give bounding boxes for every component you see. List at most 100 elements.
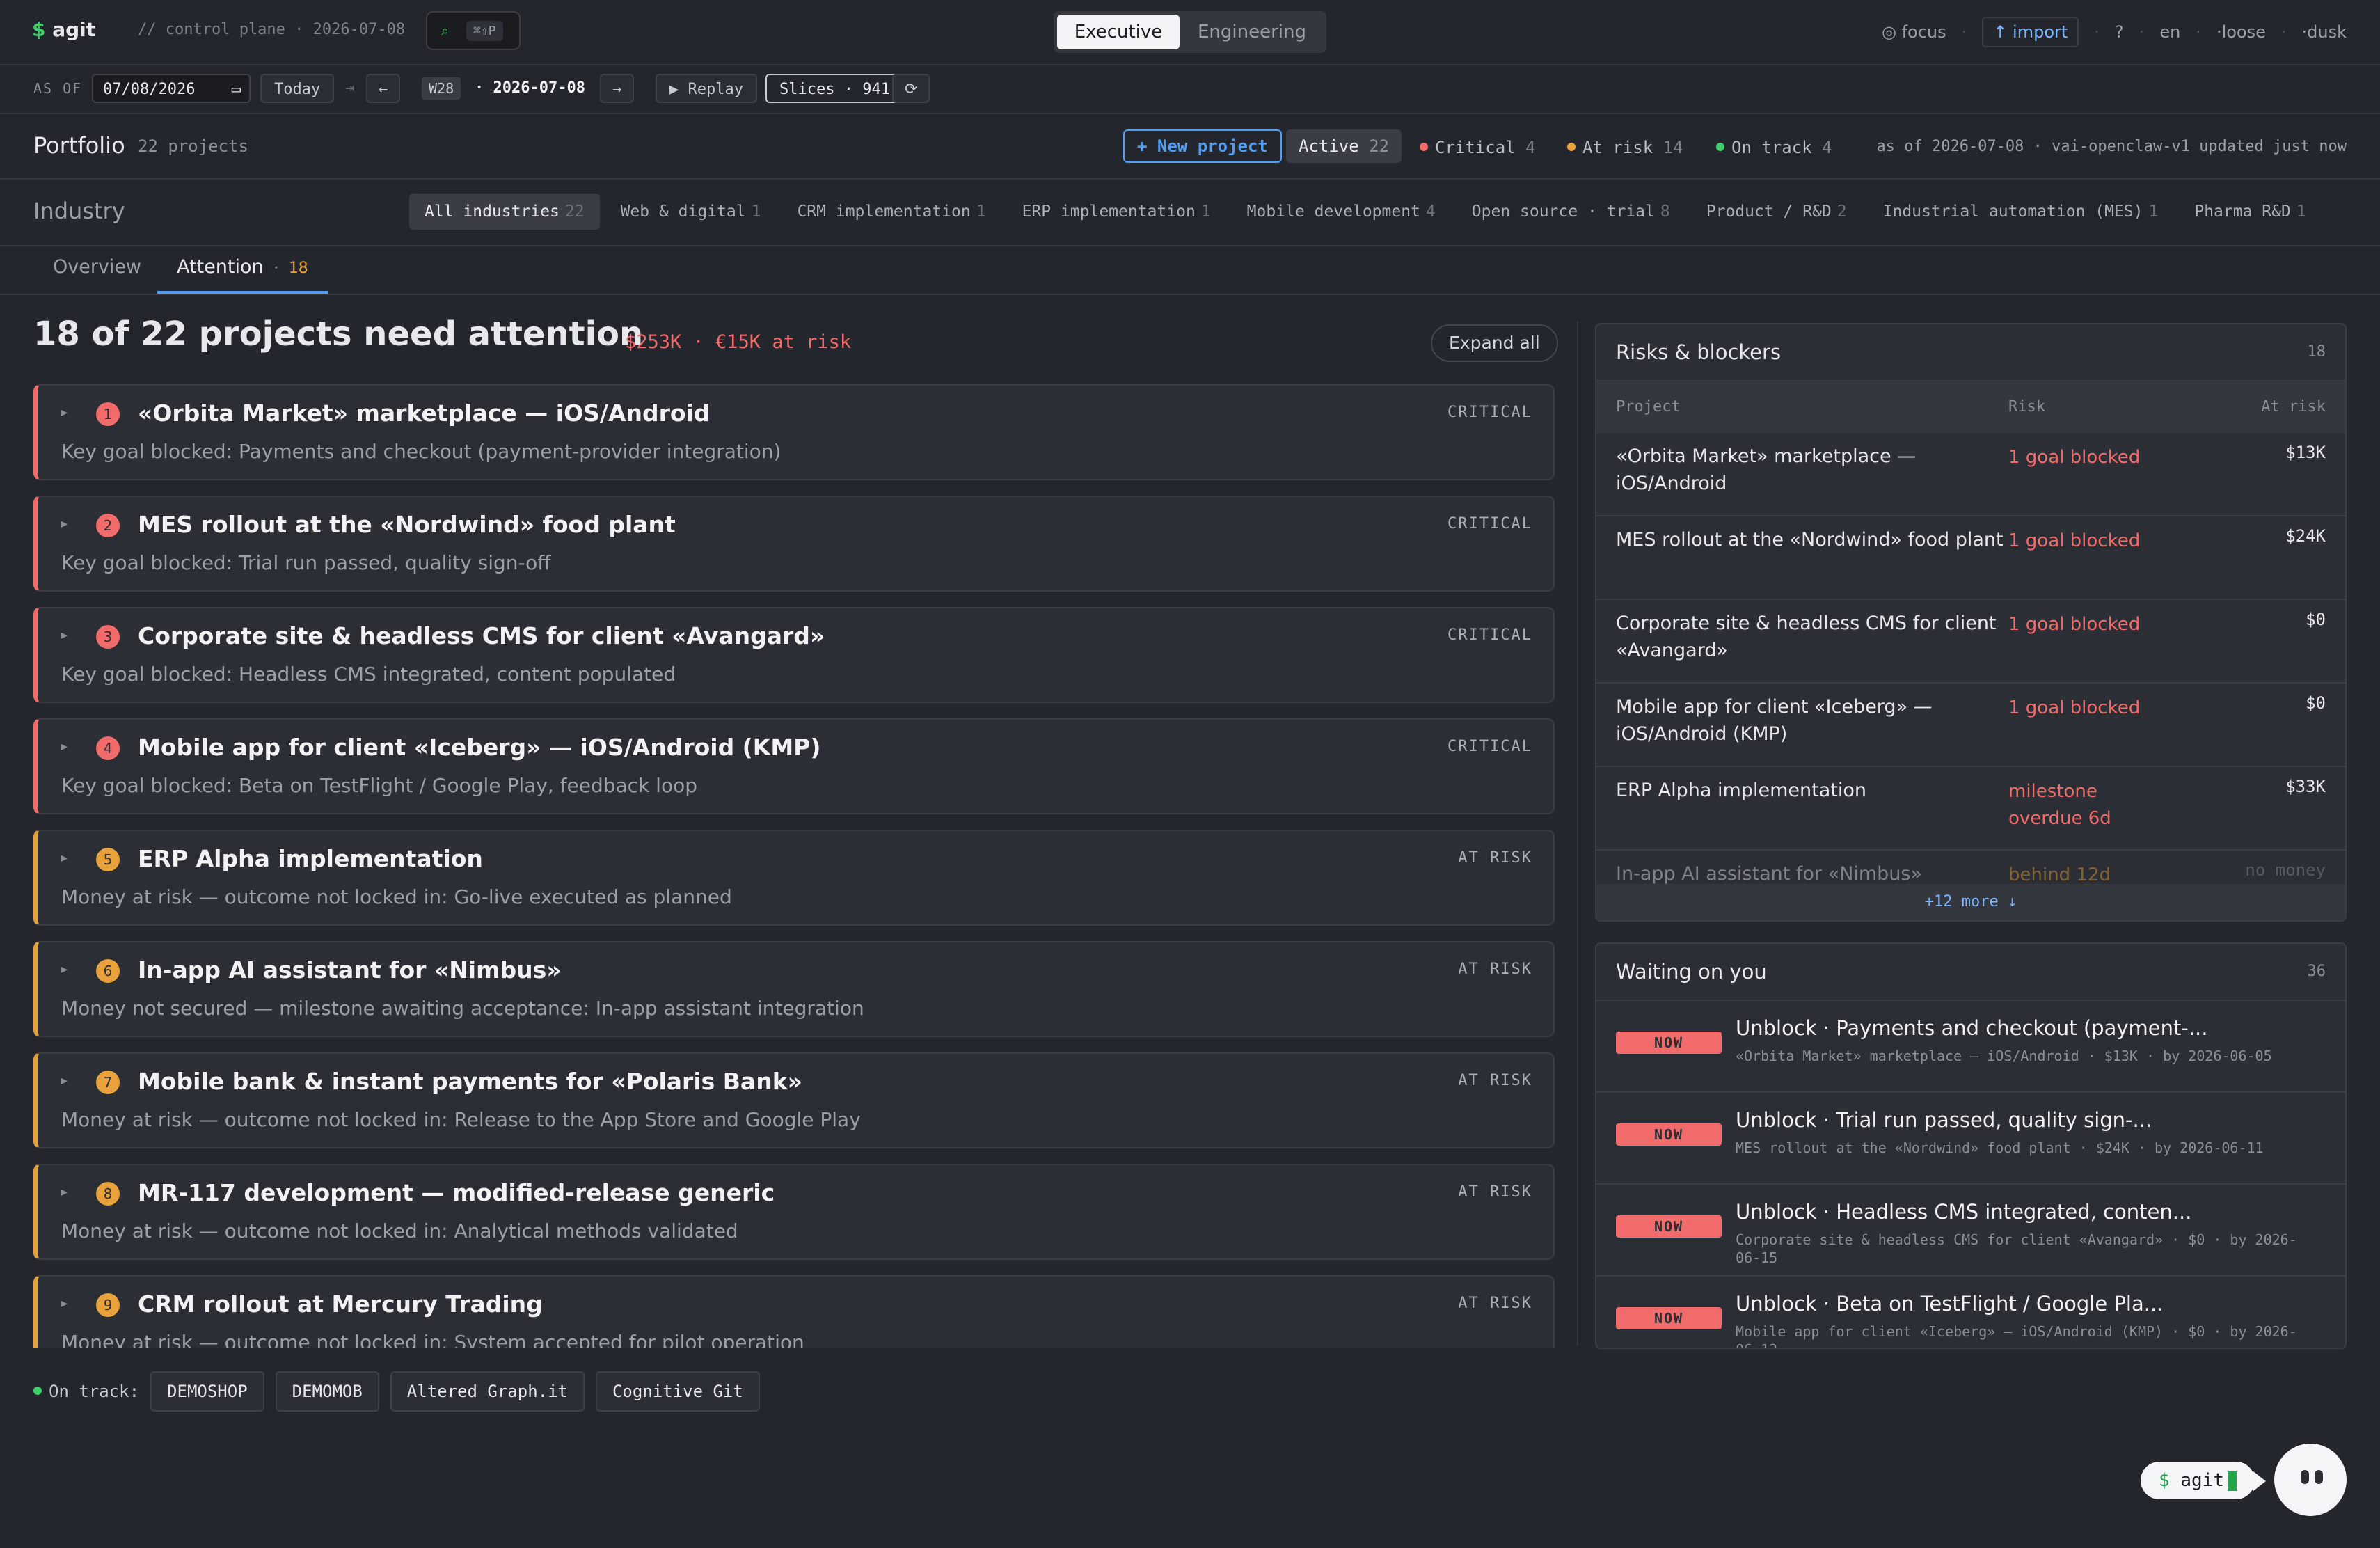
stat-count: 14 — [1663, 138, 1683, 157]
replay-button[interactable]: ▶ Replay — [656, 74, 757, 103]
industry-filter-pharma[interactable]: Pharma R&D 1 — [2179, 194, 2321, 230]
today-button[interactable]: Today — [260, 74, 335, 103]
refresh-button[interactable]: ⟳ — [892, 74, 930, 103]
project-card[interactable]: ▸ 6 In-app AI assistant for «Nimbus» Mon… — [33, 941, 1555, 1037]
project-card[interactable]: ▸ 9 CRM rollout at Mercury Trading Money… — [33, 1275, 1555, 1348]
project-card[interactable]: ▸ 4 Mobile app for client «Iceberg» — iO… — [33, 718, 1555, 814]
table-row[interactable]: ERP Alpha implementation milestone overd… — [1596, 767, 2345, 851]
week-badge: W28 — [422, 77, 461, 100]
calendar-icon: ▭ — [231, 81, 241, 98]
help-button[interactable]: ? — [2115, 22, 2124, 42]
on-track-project-tag[interactable]: DEMOMOB — [275, 1371, 379, 1412]
shortcut-hint: ⌘⇧P — [466, 21, 503, 41]
column-header-at-risk[interactable]: At risk — [2261, 398, 2326, 416]
search-icon: ⌕ — [441, 22, 450, 39]
expand-triangle-icon[interactable]: ▸ — [61, 516, 68, 531]
filter-label: Industrial automation (MES) — [1882, 203, 2143, 221]
brand-prompt-symbol: $ — [32, 18, 46, 41]
table-row[interactable]: «Orbita Market» marketplace — iOS/Androi… — [1596, 433, 2345, 516]
tab-overview[interactable]: Overview — [33, 256, 161, 294]
at-risk-dot-icon — [1567, 143, 1576, 151]
expand-triangle-icon[interactable]: ▸ — [61, 851, 68, 865]
theme-button[interactable]: ·dusk — [2302, 22, 2347, 42]
view-executive-button[interactable]: Executive — [1057, 15, 1180, 49]
project-card[interactable]: ▸ 1 «Orbita Market» marketplace — iOS/An… — [33, 384, 1555, 480]
on-track-project-tag[interactable]: DEMOSHOP — [150, 1371, 264, 1412]
list-item[interactable]: NOW Unblock · Trial run passed, quality … — [1596, 1093, 2345, 1185]
active-label: Active — [1299, 136, 1359, 156]
row-project: Corporate site & headless CMS for client… — [1616, 613, 1997, 661]
expand-triangle-icon[interactable]: ▸ — [61, 628, 68, 642]
industry-filters: All industries 22 Web & digital 1 CRM impl… — [409, 194, 2322, 230]
severity-label: CRITICAL — [1447, 515, 1532, 532]
list-item[interactable]: NOW Unblock · Payments and checkout (pay… — [1596, 1001, 2345, 1093]
slices-button[interactable]: Slices · 941 — [765, 74, 904, 103]
stat-critical[interactable]: Critical 4 — [1420, 138, 1536, 157]
project-card[interactable]: ▸ 5 ERP Alpha implementation Money at ri… — [33, 830, 1555, 926]
row-risk: 1 goal blocked — [2008, 530, 2141, 551]
project-name: Mobile app for client «Iceberg» — iOS/An… — [138, 734, 821, 761]
on-track-project-tag[interactable]: Altered Graph.it — [390, 1371, 585, 1412]
column-header-project[interactable]: Project — [1616, 398, 1681, 416]
app-brand[interactable]: $ agit — [32, 18, 95, 41]
expand-triangle-icon[interactable]: ▸ — [61, 1296, 68, 1311]
focus-button[interactable]: ◎ focus — [1882, 22, 1946, 42]
industry-filter-mes[interactable]: Industrial automation (MES) 1 — [1868, 194, 2174, 230]
industry-filter-mobile[interactable]: Mobile development 4 — [1232, 194, 1451, 230]
show-more-button[interactable]: +12 more ↓ — [1596, 884, 2345, 920]
expand-triangle-icon[interactable]: ▸ — [61, 1185, 68, 1199]
industry-filter-open-source[interactable]: Open source · trial 8 — [1457, 194, 1685, 230]
industry-filter-web[interactable]: Web & digital 1 — [605, 194, 777, 230]
as-of-date-input[interactable]: 07/08/2026 ▭ — [92, 74, 251, 103]
project-card[interactable]: ▸ 7 Mobile bank & instant payments for «… — [33, 1052, 1555, 1148]
project-detail: Key goal blocked: Headless CMS integrate… — [61, 663, 676, 686]
new-project-button[interactable]: + New project — [1123, 129, 1282, 163]
money-at-risk: $253K · €15K at risk — [625, 331, 852, 353]
panel-header: Waiting on you 36 — [1596, 944, 2345, 1001]
industry-filter-all[interactable]: All industries 22 — [409, 194, 600, 230]
on-track-label: On track: — [33, 1382, 139, 1401]
industry-filter-crm[interactable]: CRM implementation 1 — [782, 194, 1001, 230]
top-right-controls: ◎ focus · ↑ import · ? · en · ·loose · ·… — [1882, 14, 2347, 50]
industry-filter-erp[interactable]: ERP implementation 1 — [1007, 194, 1226, 230]
expand-triangle-icon[interactable]: ▸ — [61, 962, 68, 977]
table-row[interactable]: Corporate site & headless CMS for client… — [1596, 600, 2345, 684]
date-value: 07/08/2026 — [103, 81, 196, 98]
assistant-prompt-bubble[interactable]: $ agit — [2141, 1462, 2255, 1499]
row-amount: $33K — [2285, 777, 2326, 796]
project-card[interactable]: ▸ 8 MR-117 development — modified-releas… — [33, 1164, 1555, 1260]
industry-filter-product[interactable]: Product / R&D 2 — [1691, 194, 1862, 230]
list-item[interactable]: NOW Unblock · Headless CMS integrated, c… — [1596, 1185, 2345, 1277]
on-track-project-tag[interactable]: Cognitive Git — [595, 1371, 760, 1412]
project-card[interactable]: ▸ 3 Corporate site & headless CMS for cl… — [33, 607, 1555, 703]
language-button[interactable]: en — [2159, 22, 2180, 42]
expand-triangle-icon[interactable]: ▸ — [61, 739, 68, 754]
project-name: Mobile bank & instant payments for «Pola… — [138, 1068, 802, 1095]
active-filter-chip[interactable]: Active 22 — [1286, 129, 1402, 163]
command-palette-button[interactable]: ⌕ ⌘⇧P — [426, 11, 521, 50]
stat-at-risk[interactable]: At risk 14 — [1567, 138, 1683, 157]
next-week-button[interactable]: → — [600, 74, 635, 103]
table-row[interactable]: MES rollout at the «Nordwind» food plant… — [1596, 516, 2345, 600]
import-button[interactable]: ↑ import — [1982, 17, 2079, 47]
stat-on-track[interactable]: On track 4 — [1716, 138, 1832, 157]
current-date: · 2026-07-08 — [475, 79, 585, 97]
assistant-avatar-button[interactable] — [2274, 1444, 2347, 1516]
as-of-status: as of 2026-07-08 · vai-openclaw-v1 updat… — [1876, 138, 2347, 155]
project-detail: Money not secured — milestone awaiting a… — [61, 997, 864, 1020]
bot-eye-icon — [2301, 1470, 2309, 1484]
project-detail: Key goal blocked: Beta on TestFlight / G… — [61, 774, 697, 797]
project-card[interactable]: ▸ 2 MES rollout at the «Nordwind» food p… — [33, 496, 1555, 592]
prev-week-button[interactable]: ← — [366, 74, 401, 103]
tab-attention[interactable]: Attention · 18 — [157, 256, 328, 294]
column-header-risk[interactable]: Risk — [2008, 398, 2045, 416]
density-button[interactable]: ·loose — [2216, 22, 2266, 42]
table-row[interactable]: Mobile app for client «Iceberg» — iOS/An… — [1596, 684, 2345, 767]
severity-label: CRITICAL — [1447, 738, 1532, 755]
expand-triangle-icon[interactable]: ▸ — [61, 405, 68, 420]
table-header: Project Risk At risk — [1596, 381, 2345, 433]
view-engineering-button[interactable]: Engineering — [1182, 15, 1322, 49]
expand-triangle-icon[interactable]: ▸ — [61, 1073, 68, 1088]
expand-all-button[interactable]: Expand all — [1431, 324, 1558, 362]
list-item[interactable]: NOW Unblock · Beta on TestFlight / Googl… — [1596, 1277, 2345, 1348]
